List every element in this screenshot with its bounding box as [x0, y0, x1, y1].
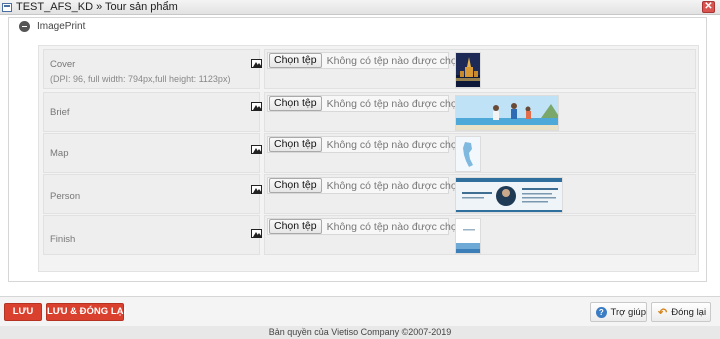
image-print-panel: ImagePrint Cover (DPI: 96, full width: 7… — [8, 17, 707, 282]
image-fields: Cover (DPI: 96, full width: 794px,full h… — [38, 45, 699, 272]
field-row-brief: Brief Chọn tệp Không có tệp nào được chọ… — [43, 92, 696, 132]
copyright-footer: Bản quyền của Vietiso Company ©2007-2019 — [0, 326, 720, 339]
field-label: Person — [50, 191, 81, 202]
save-button[interactable]: LƯU — [4, 303, 42, 321]
image-icon — [251, 59, 262, 68]
image-icon — [251, 185, 262, 194]
action-bar: LƯU LƯU & ĐÓNG LẠI ? Trợ giúp ↶ Đóng lại — [0, 296, 720, 326]
save-and-close-button[interactable]: LƯU & ĐÓNG LẠI — [46, 303, 126, 321]
file-status: Không có tệp nào được chọn — [326, 179, 463, 192]
field-label-cell: Finish — [43, 215, 262, 255]
finish-thumbnail[interactable] — [455, 218, 481, 254]
field-sublabel: (DPI: 96, full width: 794px,full height:… — [50, 74, 231, 84]
file-status: Không có tệp nào được chọn — [326, 97, 463, 110]
file-status: Không có tệp nào được chọn — [326, 138, 463, 151]
choose-file-button[interactable]: Chọn tệp — [269, 178, 322, 193]
section-header[interactable]: ImagePrint — [19, 21, 85, 32]
help-button[interactable]: ? Trợ giúp — [590, 302, 647, 322]
field-label: Finish — [50, 234, 76, 245]
choose-file-button[interactable]: Chọn tệp — [269, 137, 322, 152]
file-status: Không có tệp nào được chọn — [326, 220, 463, 233]
close-button[interactable]: ↶ Đóng lại — [651, 302, 711, 322]
brief-thumbnail[interactable] — [455, 95, 559, 131]
section-title: ImagePrint — [37, 21, 86, 32]
map-thumbnail[interactable] — [455, 136, 481, 172]
field-row-finish: Finish Chọn tệp Không có tệp nào được ch… — [43, 215, 696, 255]
image-icon — [251, 229, 262, 238]
field-row-cover: Cover (DPI: 96, full width: 794px,full h… — [43, 49, 696, 89]
field-label: Cover — [50, 59, 76, 70]
choose-file-button[interactable]: Chọn tệp — [269, 53, 322, 68]
file-input[interactable]: Chọn tệp Không có tệp nào được chọn — [267, 95, 463, 112]
field-row-map: Map Chọn tệp Không có tệp nào được chọn — [43, 133, 696, 173]
field-control-cell: Chọn tệp Không có tệp nào được chọn — [264, 49, 696, 89]
field-label-cell: Cover (DPI: 96, full width: 794px,full h… — [43, 49, 262, 89]
collapse-icon[interactable] — [19, 21, 30, 32]
choose-file-button[interactable]: Chọn tệp — [269, 96, 322, 111]
image-icon — [251, 145, 262, 154]
file-input[interactable]: Chọn tệp Không có tệp nào được chọn — [267, 52, 463, 69]
field-label: Brief — [50, 107, 70, 118]
window-app-icon — [2, 2, 12, 12]
person-thumbnail[interactable] — [455, 177, 563, 213]
field-control-cell: Chọn tệp Không có tệp nào được chọn — [264, 133, 696, 173]
field-row-person: Person Chọn tệp Không có tệp nào được ch… — [43, 174, 696, 214]
window-titlebar: TEST_AFS_KD » Tour sản phẩm ✕ — [0, 0, 720, 15]
window-title: TEST_AFS_KD » Tour sản phẩm — [16, 1, 178, 13]
close-label: Đóng lại — [671, 306, 707, 318]
file-input[interactable]: Chọn tệp Không có tệp nào được chọn — [267, 136, 463, 153]
back-arrow-icon: ↶ — [658, 306, 668, 319]
file-input[interactable]: Chọn tệp Không có tệp nào được chọn — [267, 177, 463, 194]
help-label: Trợ giúp — [610, 306, 646, 318]
choose-file-button[interactable]: Chọn tệp — [269, 219, 322, 234]
field-control-cell: Chọn tệp Không có tệp nào được chọn — [264, 92, 696, 132]
field-label-cell: Person — [43, 174, 262, 214]
help-icon: ? — [596, 306, 607, 318]
window-close-button[interactable]: ✕ — [702, 1, 715, 13]
field-label: Map — [50, 148, 69, 159]
field-control-cell: Chọn tệp Không có tệp nào được chọn — [264, 174, 696, 214]
field-label-cell: Brief — [43, 92, 262, 132]
cover-thumbnail[interactable] — [455, 52, 481, 88]
image-icon — [251, 102, 262, 111]
file-status: Không có tệp nào được chọn — [326, 54, 463, 67]
file-input[interactable]: Chọn tệp Không có tệp nào được chọn — [267, 218, 463, 235]
field-label-cell: Map — [43, 133, 262, 173]
field-control-cell: Chọn tệp Không có tệp nào được chọn — [264, 215, 696, 255]
